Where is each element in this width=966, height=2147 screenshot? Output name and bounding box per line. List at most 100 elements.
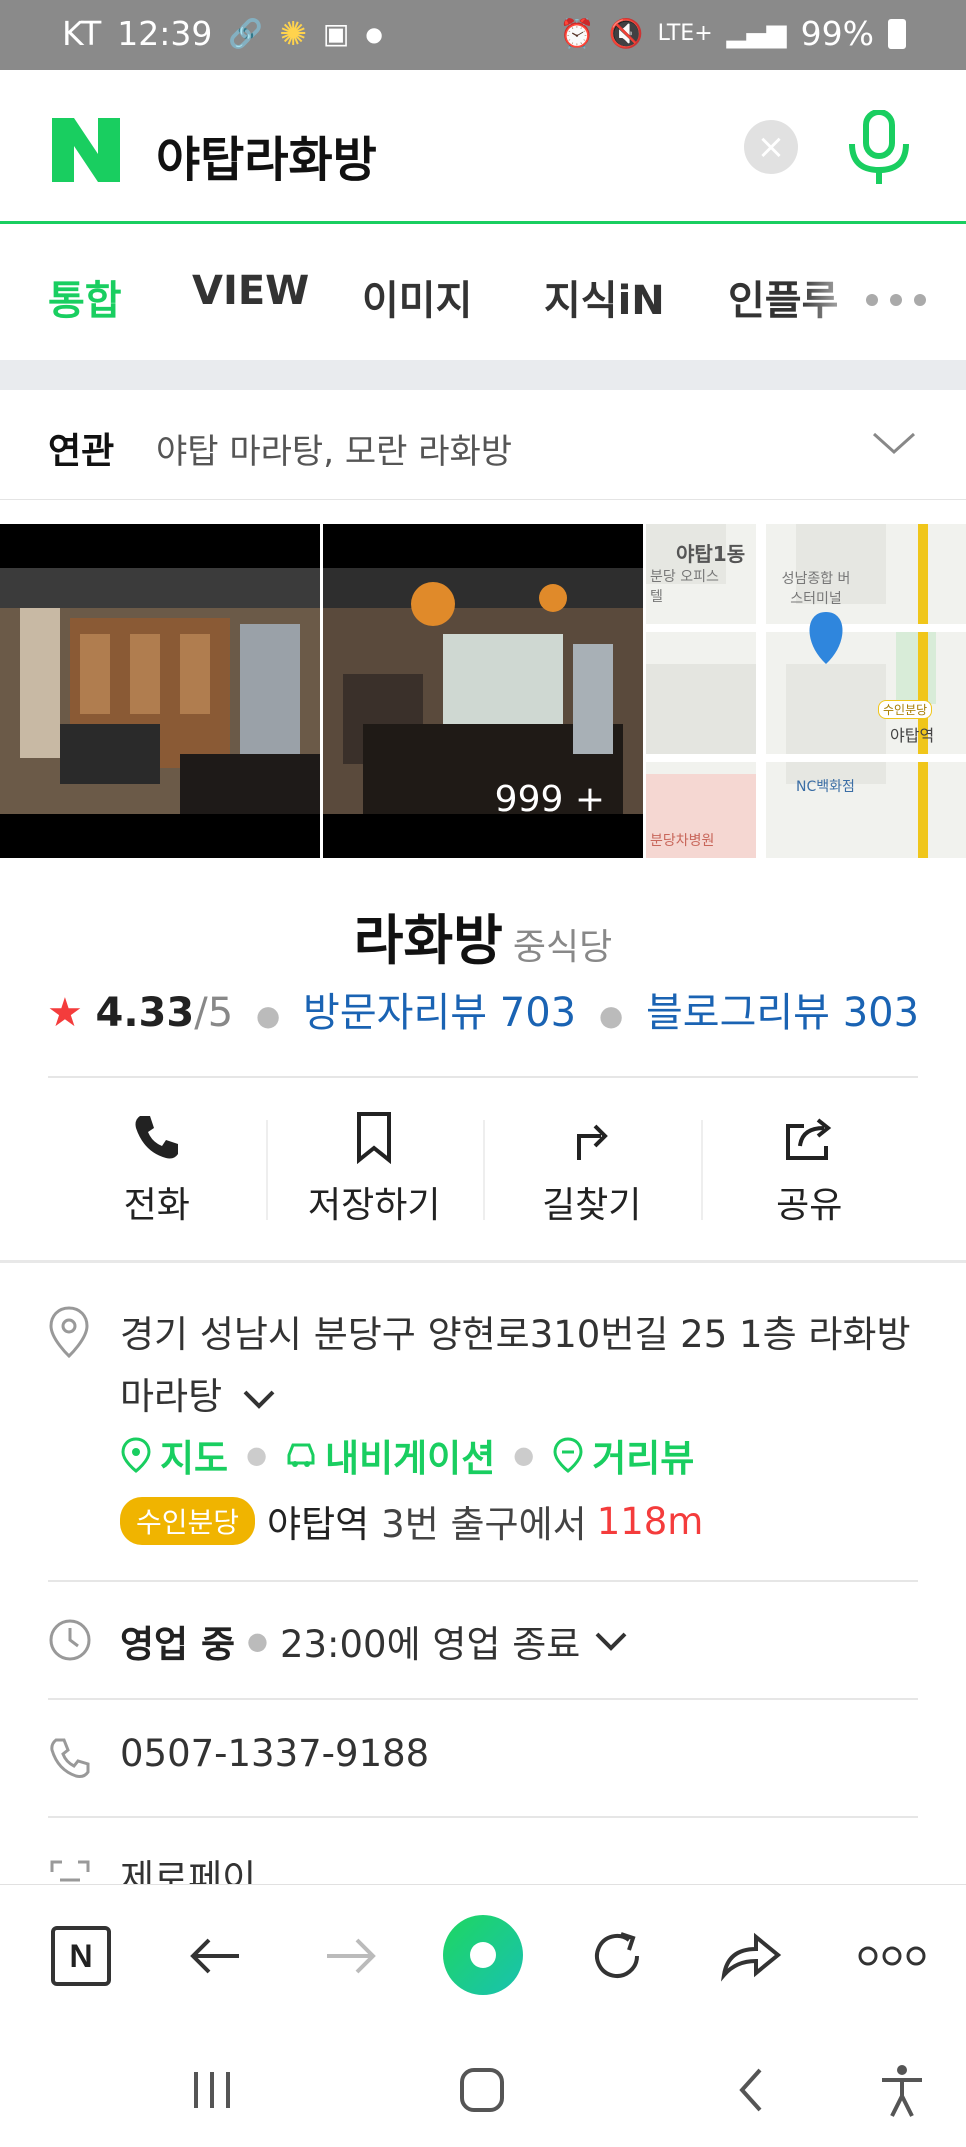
chevron-down-icon[interactable]: [242, 1387, 276, 1411]
browser-toolbar: N: [0, 1884, 966, 2024]
tab-images[interactable]: 이미지: [362, 268, 472, 326]
accessibility-icon[interactable]: [872, 2060, 932, 2120]
share-label: 공유: [776, 1185, 843, 1226]
system-nav-bar: [0, 2024, 966, 2147]
search-tabs: 통합 VIEW 이미지 지식iN 인플루: [0, 224, 966, 360]
mute-icon: 🔇: [608, 17, 644, 50]
gallery-icon: ▣: [322, 17, 350, 50]
battery-icon: [888, 18, 906, 49]
location-pin-icon: [49, 1306, 89, 1358]
weather-sun-icon: ✺: [279, 14, 307, 53]
address-value: 경기 성남시 분당구 양현로310번길 25 1층 라화방마라탕: [120, 1313, 911, 1418]
business-hours[interactable]: 영업 중 ● 23:00에 영업 종료: [120, 1614, 628, 1668]
divider: [48, 1580, 918, 1582]
forward-button[interactable]: [316, 1921, 386, 1991]
divider: [48, 1698, 918, 1700]
mic-icon[interactable]: [846, 110, 912, 186]
green-dot-button[interactable]: [443, 1915, 523, 1995]
blog-reviews-link[interactable]: 블로그리뷰 303: [646, 990, 919, 1036]
carrier-label: KT: [62, 14, 102, 53]
rating-score: 4.33: [95, 990, 195, 1036]
recent-apps-icon[interactable]: [182, 2060, 242, 2120]
tab-integrated[interactable]: 통합: [48, 268, 122, 326]
home-icon[interactable]: [452, 2060, 512, 2120]
visitor-reviews-link[interactable]: 방문자리뷰 703: [303, 990, 576, 1036]
divider: [48, 1076, 918, 1078]
restaurant-photo-2[interactable]: 999 +: [323, 524, 643, 858]
address-text[interactable]: 경기 성남시 분당구 양현로310번길 25 1층 라화방마라탕: [120, 1304, 920, 1428]
action-bar: 전화 저장하기 길찾기 공유: [48, 1080, 918, 1252]
photo-count: 999 +: [494, 779, 605, 820]
clear-search-button[interactable]: ×: [744, 120, 798, 174]
tab-knowledge[interactable]: 지식iN: [544, 268, 665, 326]
related-searches[interactable]: 연관 야탑 마라탕, 모란 라화방: [0, 390, 966, 500]
link-status-icon: 🔗: [228, 17, 264, 50]
closing-time: 23:00에 영업 종료: [279, 1623, 581, 1666]
call-label: 전화: [123, 1185, 190, 1226]
star-icon: ★: [46, 990, 83, 1036]
section-gap: [0, 360, 966, 390]
location-map[interactable]: 야탑1동 분당 오피스텔 성남종합 버스터미널 수인분당 야탑역 NC백화점 분…: [646, 524, 966, 858]
map-label-office: 분당 오피스텔: [650, 569, 719, 605]
battery-label: 99%: [800, 14, 874, 53]
tab-more-icon[interactable]: [866, 294, 926, 306]
directions-icon: [576, 1124, 608, 1160]
call-button[interactable]: 전화: [48, 1080, 266, 1252]
location-links: 지도 ● 내비게이션 ● 거리뷰: [120, 1428, 694, 1482]
divider: [48, 1816, 918, 1818]
save-button[interactable]: 저장하기: [265, 1080, 484, 1252]
phone-number[interactable]: 0507-1337-9188: [120, 1732, 429, 1775]
tab-fade: [800, 254, 870, 334]
bookmark-icon: [357, 1112, 392, 1164]
refresh-button[interactable]: [582, 1921, 652, 1991]
back-icon: [190, 1938, 239, 1974]
naver-logo-icon[interactable]: [52, 118, 120, 182]
save-label: 저장하기: [308, 1185, 441, 1226]
separator-dot: ●: [246, 1441, 268, 1469]
signal-icon: ▂▄▆: [726, 18, 787, 49]
navigation-link[interactable]: 내비게이션: [325, 1428, 495, 1482]
map-label-hospital: 분당차병원: [650, 833, 715, 849]
place-name[interactable]: 라화방: [354, 909, 503, 972]
map-label-terminal: 성남종합 버스터미널: [781, 571, 851, 607]
directions-label: 길찾기: [542, 1185, 642, 1226]
related-label: 연관: [48, 431, 115, 472]
place-header: 라화방 중식당: [0, 896, 966, 975]
more-menu-button[interactable]: [850, 1921, 934, 1991]
place-category: 중식당: [512, 927, 613, 968]
separator-dot: ●: [255, 998, 281, 1032]
chevron-down-icon[interactable]: [870, 420, 918, 468]
map-label-dept: NC백화점: [796, 779, 855, 795]
directions-button[interactable]: 길찾기: [483, 1080, 701, 1252]
rating-max: /5: [194, 990, 234, 1036]
map-link[interactable]: 지도: [160, 1428, 228, 1482]
alarm-icon: ⏰: [559, 17, 595, 50]
search-input[interactable]: 야탑라화방: [156, 120, 377, 190]
naver-home-button[interactable]: N: [46, 1921, 116, 1991]
share-page-button[interactable]: [716, 1921, 786, 1991]
forward-icon: [327, 1938, 376, 1974]
share-button[interactable]: 공유: [700, 1080, 919, 1252]
nearby-station: 수인분당 야탑역 3번 출구에서 118m: [120, 1494, 703, 1548]
map-label-line: 수인분당: [878, 700, 933, 719]
clock-time: 12:39: [117, 14, 213, 53]
map-label-station: 야탑역: [890, 726, 935, 745]
street-view-link[interactable]: 거리뷰: [592, 1428, 694, 1482]
related-terms[interactable]: 야탑 마라탕, 모란 라화방: [156, 424, 512, 473]
car-icon: [287, 1443, 315, 1467]
naver-n-icon: N: [51, 1926, 111, 1986]
photo-strip: 999 + 야탑1동 분당 오피스텔 성남종합 버스터미널 수인분당 야탑역 N…: [0, 524, 966, 858]
phone-icon: [135, 1116, 178, 1159]
separator-dot: ●: [513, 1441, 535, 1469]
map-label-dong: 야탑1동: [676, 542, 746, 566]
restaurant-photo-1[interactable]: [0, 524, 320, 858]
system-back-icon[interactable]: [722, 2060, 782, 2120]
rating-row: ★ 4.33/5 ● 방문자리뷰 703 ● 블로그리뷰 303: [0, 980, 966, 1038]
station-distance: 118m: [596, 1499, 704, 1543]
street-view-icon: [553, 1437, 583, 1473]
back-button[interactable]: [180, 1921, 250, 1991]
station-exit: 3번 출구에서: [381, 1503, 587, 1546]
chevron-down-icon[interactable]: [594, 1629, 628, 1653]
tab-view[interactable]: VIEW: [192, 268, 309, 314]
search-header: 야탑라화방 ×: [0, 70, 966, 224]
